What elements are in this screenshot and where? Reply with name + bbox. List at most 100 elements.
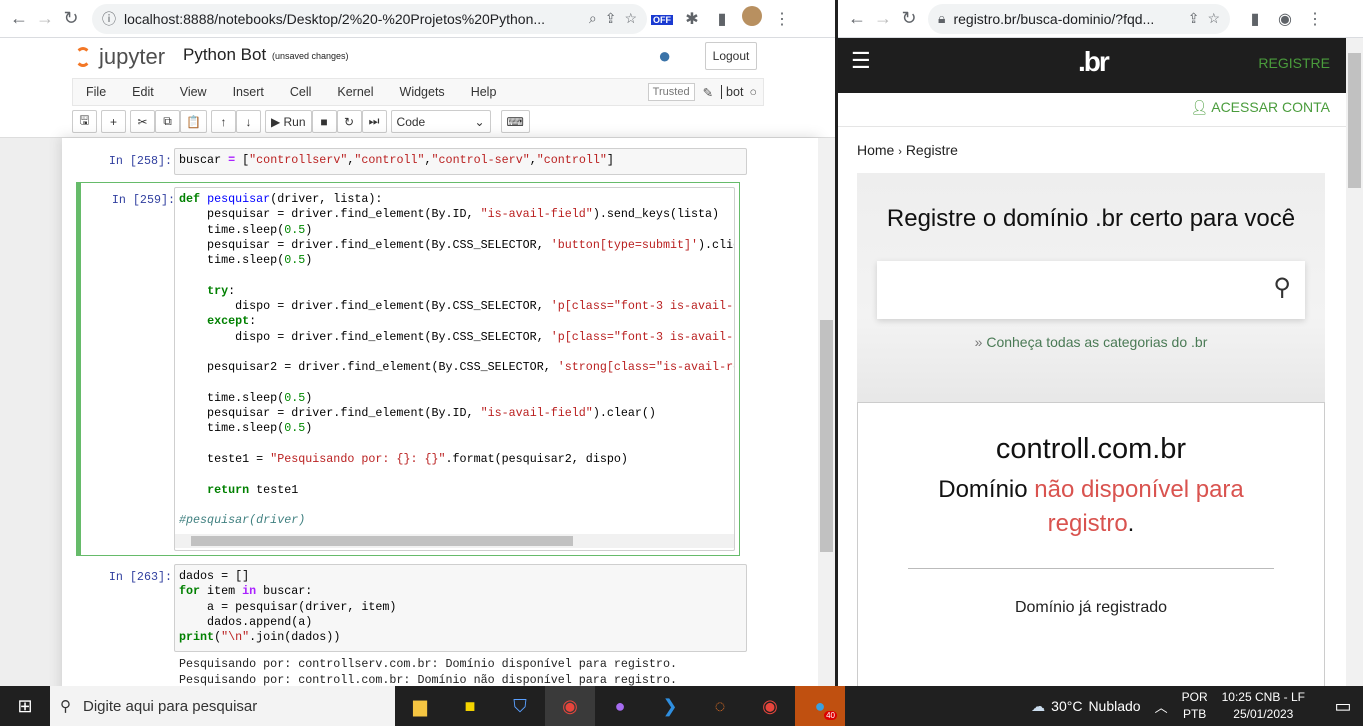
copy-icon[interactable]: ⧉ [155, 110, 180, 133]
add-cell-icon[interactable]: + [101, 110, 126, 133]
github-icon[interactable]: ● [595, 686, 645, 726]
save-status: (unsaved changes) [272, 51, 349, 61]
menu-edit[interactable]: Edit [119, 85, 167, 99]
extension-off-icon[interactable]: OFF [647, 10, 677, 28]
menu-file[interactable]: File [73, 85, 119, 99]
code-token: : [249, 314, 257, 329]
result-prefix: Domínio [938, 476, 1035, 503]
notifications-icon[interactable]: ▭ [1323, 686, 1363, 726]
hero-section: Registre o domínio .br certo para você ⚲… [857, 173, 1325, 413]
code-token: 'p[class="font-3 is-avail-r [550, 299, 735, 314]
reload-icon[interactable]: ↻ [896, 8, 922, 29]
paste-icon[interactable]: 📋 [180, 110, 207, 133]
vscode-icon[interactable]: ❯ [645, 686, 695, 726]
save-icon[interactable]: 🖫 [72, 110, 97, 133]
breadcrumb-home[interactable]: Home [857, 142, 894, 158]
account-link[interactable]: 👤︎ ACESSAR CONTA [1190, 99, 1330, 116]
back-icon[interactable]: ← [6, 8, 32, 29]
cell-type-value: Code [396, 114, 426, 129]
windows-start-icon[interactable]: ⊞ [0, 686, 50, 726]
profile-icon[interactable]: ◉ [1270, 9, 1300, 29]
menu-icon[interactable]: ⋮ [1300, 9, 1330, 29]
taskbar-search[interactable]: ⚲ Digite aqui para pesquisar [50, 686, 395, 726]
code-token: time.sleep( [179, 390, 285, 405]
cell-type-select[interactable]: Code ⌄ [390, 110, 491, 133]
code-token: pesquisar = driver.find_element(By.ID, [179, 406, 481, 421]
code-token: time.sleep( [179, 421, 285, 436]
run-button[interactable]: ▶ Run [264, 110, 312, 133]
jupyter-logo-icon [75, 47, 91, 67]
user-icon: 👤︎ [1190, 99, 1212, 115]
avatar[interactable] [737, 6, 767, 31]
star-icon[interactable]: ☆ [1207, 10, 1220, 27]
trusted-indicator[interactable]: Trusted [647, 83, 695, 101]
notebook-scrollbar[interactable] [818, 138, 835, 686]
notebook-title[interactable]: Python Bot [183, 45, 266, 65]
forward-icon[interactable]: → [870, 8, 896, 29]
horizontal-scrollbar[interactable] [175, 534, 734, 548]
code-cell-259-selected[interactable]: In [259]: def pesquisar(driver, lista): … [76, 182, 740, 556]
chevron-up-icon[interactable]: ︿ [1155, 697, 1168, 716]
zoom-icon[interactable]: ⌕ [589, 10, 597, 27]
cloud-icon: ☁ [1031, 697, 1046, 714]
sidepanel-icon[interactable]: ▮ [707, 9, 737, 29]
menu-help[interactable]: Help [458, 85, 510, 99]
puzzle-icon[interactable]: ✱ [677, 9, 707, 29]
sticky-notes-icon[interactable]: ■ [445, 686, 495, 726]
menu-insert[interactable]: Insert [220, 85, 277, 99]
star-icon[interactable]: ☆ [624, 10, 637, 27]
jupyter-icon[interactable]: ◌ [695, 686, 745, 726]
chrome-profile-icon[interactable]: ◉ [545, 686, 595, 726]
registro-logo[interactable]: .br [1078, 46, 1110, 78]
app-icon[interactable]: ⛉ [495, 686, 545, 726]
menu-view[interactable]: View [167, 85, 220, 99]
code-token: "controllserv" [249, 153, 348, 167]
stop-icon[interactable]: ■ [311, 110, 337, 133]
move-up-icon[interactable]: ↑ [210, 110, 236, 133]
menu-widgets[interactable]: Widgets [387, 85, 458, 99]
result-domain: controll.com.br [995, 433, 1187, 465]
page-scrollbar[interactable] [1346, 38, 1363, 686]
menu-icon[interactable]: ⋮ [767, 9, 797, 29]
address-bar[interactable]: ⓘ localhost:8888/notebooks/Desktop/2%20-… [92, 3, 647, 34]
forward-icon[interactable]: → [32, 8, 58, 29]
cell-output: Pesquisando por: controllserv.com.br: Do… [179, 657, 677, 686]
telegram-icon[interactable]: ● 40 [795, 686, 845, 726]
code-token: def [179, 192, 201, 206]
registre-link[interactable]: REGISTRE [1258, 55, 1330, 71]
code-token: pesquisar2 = driver.find_element(By.CSS_… [179, 360, 558, 375]
code-token: (driver, lista): [270, 192, 383, 206]
file-explorer-icon[interactable]: ▆ [395, 686, 445, 726]
share-icon[interactable]: ⇪ [605, 10, 617, 27]
url-text[interactable]: localhost:8888/notebooks/Desktop/2%20-%2… [124, 11, 581, 27]
address-bar[interactable]: 🔒︎ registro.br/busca-dominio/?fqd... ⇪ ☆ [928, 3, 1230, 34]
pencil-icon[interactable]: ✎ [703, 85, 713, 100]
temperature: 30°C [1051, 698, 1083, 714]
move-down-icon[interactable]: ↓ [235, 110, 261, 133]
restart-icon[interactable]: ↻ [336, 110, 362, 133]
cut-icon[interactable]: ✂ [130, 110, 155, 133]
reload-icon[interactable]: ↻ [58, 8, 84, 29]
python-logo-icon: ● [658, 43, 672, 68]
hamburger-icon[interactable]: ☰ [851, 48, 871, 74]
chrome-icon[interactable]: ◉ [745, 686, 795, 726]
domain-search-input[interactable]: ⚲ [877, 261, 1305, 319]
weather-widget[interactable]: ☁ 30°C Nublado [1031, 698, 1140, 715]
menu-cell[interactable]: Cell [277, 85, 325, 99]
logout-button[interactable]: Logout [705, 42, 757, 70]
keyboard-icon[interactable]: ⌨ [500, 110, 530, 133]
clock[interactable]: 10:25 CNB - LF 25/01/2023 [1222, 689, 1305, 723]
fast-forward-icon[interactable]: ⏭ [361, 110, 387, 133]
menu-kernel[interactable]: Kernel [324, 85, 386, 99]
jupyter-logo[interactable]: jupyter [75, 44, 165, 70]
back-icon[interactable]: ← [844, 8, 870, 29]
sidepanel-icon[interactable]: ▮ [1240, 9, 1270, 29]
search-icon[interactable]: ⚲ [1273, 273, 1291, 302]
categories-link[interactable]: » Conheça todas as categorias do .br [857, 334, 1325, 350]
share-icon[interactable]: ⇪ [1188, 10, 1200, 27]
url-text[interactable]: registro.br/busca-dominio/?fqd... [953, 11, 1179, 27]
output-line: Pesquisando por: controll.com.br: Domíni… [179, 672, 677, 686]
language-indicator[interactable]: POR PTB [1182, 689, 1208, 723]
